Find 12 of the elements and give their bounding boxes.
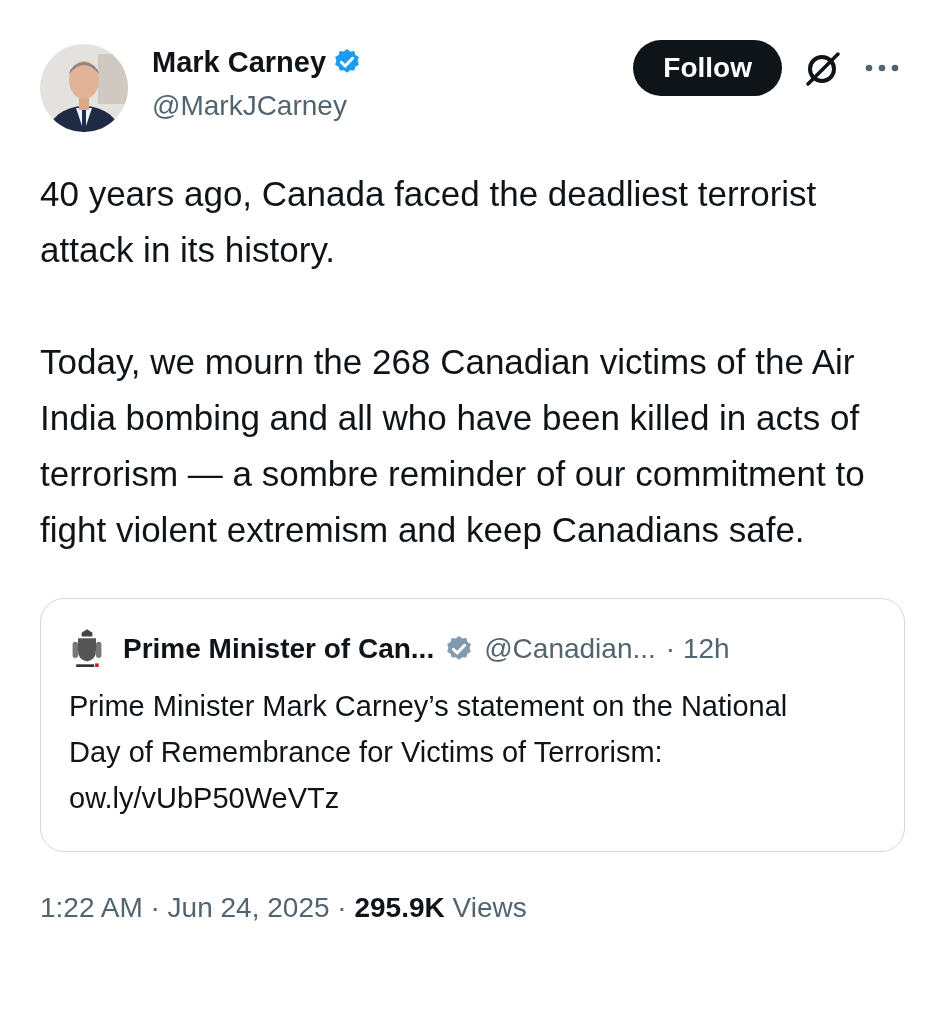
follow-button[interactable]: Follow bbox=[633, 40, 782, 96]
post-timestamp-views: 1:22 AM · Jun 24, 2025 · 295.9K Views bbox=[40, 892, 528, 924]
quoted-post-text: Prime Minister Mark Carney’s statement on the National Day of Remembrance for Victims of Terrorism: ow.ly/vUbP50WeVTz bbox=[69, 689, 789, 816]
quoted-author-name[interactable]: Prime Minister of Can... bbox=[123, 633, 435, 665]
post-text: Today, we mourn the 268 Canadian victims of the Air India bombing and all who have been killed in acts of terrorism — a sombre reminder of our commitment to fight violent extremism and keep Canadians safe. bbox=[40, 341, 866, 551]
quoted-post-card[interactable]: Prime Minister of Can... @Canadian... · 12h Prime Minister Mark Carney’s statement on the National Day of Remembrance for Victims of Terrorism: ow.ly/vUbP50WeVTz bbox=[40, 598, 905, 852]
author-handle[interactable]: @MarkJCarney bbox=[152, 84, 634, 128]
quoted-author-handle[interactable]: @Canadian... bbox=[484, 633, 656, 665]
quoted-post-time: · 12h bbox=[665, 633, 730, 665]
author-name[interactable]: Mark Carney bbox=[152, 40, 327, 84]
more-icon[interactable] bbox=[864, 63, 900, 73]
post-text: 40 years ago, Canada faced the deadliest terrorist attack in its history. bbox=[40, 173, 818, 271]
